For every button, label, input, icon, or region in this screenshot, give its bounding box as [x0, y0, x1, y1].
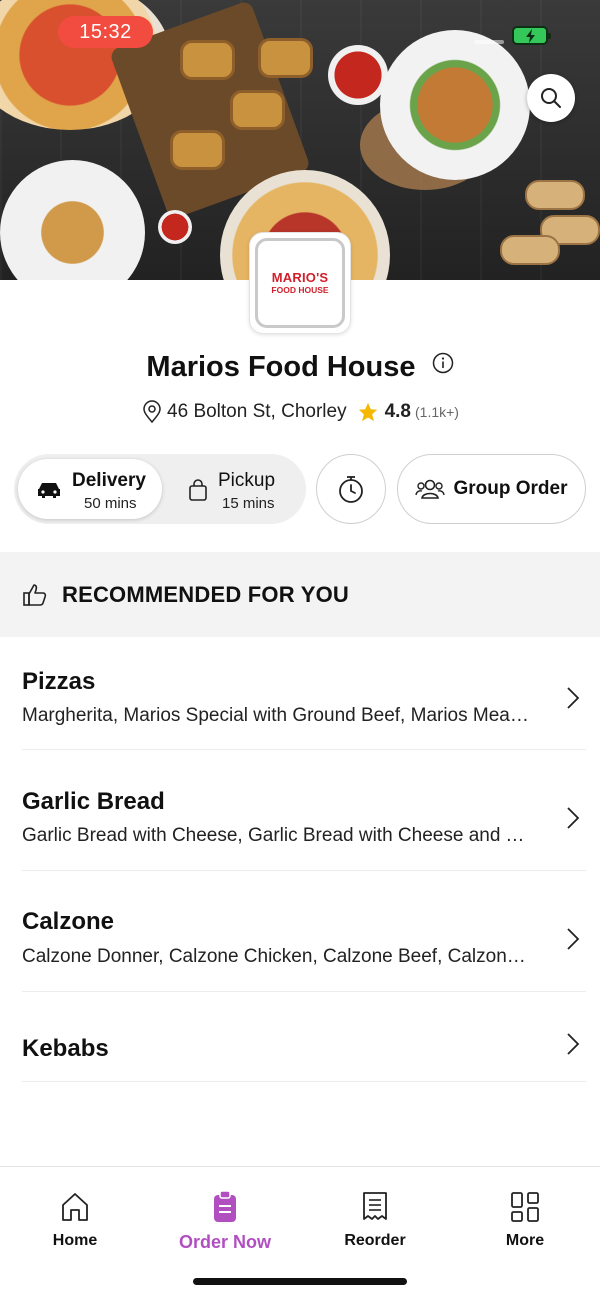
sauce-bowl-image — [158, 210, 192, 244]
delivery-label: Delivery — [72, 470, 146, 491]
category-description: Margherita, Marios Special with Ground B… — [22, 705, 532, 726]
battery-icon — [512, 26, 551, 45]
delivery-option[interactable]: Delivery 50 mins — [18, 459, 162, 519]
nav-label: More — [505, 1232, 545, 1249]
restaurant-title: Marios Food House — [0, 350, 600, 384]
category-name: Pizzas — [22, 668, 96, 695]
restaurant-name: Marios Food House — [146, 350, 416, 383]
chevron-right-icon — [567, 687, 580, 709]
group-icon — [415, 479, 446, 499]
order-icon — [214, 1191, 236, 1222]
logo-subtext: FOOD HOUSE — [271, 285, 329, 295]
garlic-bread-image — [180, 40, 235, 80]
group-order-label: Group Order — [453, 478, 568, 499]
search-button[interactable] — [527, 74, 575, 122]
pickup-option[interactable]: Pickup 15 mins — [174, 459, 302, 519]
nav-label: Order Now — [178, 1232, 271, 1252]
rating-value: 4.8 — [384, 401, 411, 422]
nav-label: Home — [52, 1232, 98, 1249]
delivery-time: 50 mins — [84, 495, 137, 512]
pickup-time: 15 mins — [222, 495, 275, 512]
category-description: Calzone Donner, Calzone Chicken, Calzone… — [22, 946, 532, 967]
nav-label: Reorder — [344, 1232, 406, 1249]
timer-icon — [339, 476, 363, 503]
category-item-pizzas[interactable]: Pizzas Margherita, Marios Special with G… — [22, 650, 586, 750]
sauce-bowl-image — [328, 45, 388, 105]
restaurant-logo: MARIO'S FOOD HOUSE — [249, 232, 351, 334]
rating-count: (1.1k+) — [415, 404, 459, 420]
garlic-bread-image — [230, 90, 285, 130]
location-pin-icon — [143, 400, 161, 424]
chevron-right-icon — [567, 1033, 580, 1055]
garlic-bread-image — [258, 38, 313, 78]
garlic-bread-image — [170, 130, 225, 170]
group-order-button[interactable]: Group Order — [397, 454, 586, 524]
bread-image — [500, 235, 560, 265]
restaurant-meta: 46 Bolton St, Chorley 4.8 (1.1k+) — [0, 400, 600, 424]
nav-more[interactable]: More — [450, 1189, 600, 1250]
receipt-icon — [363, 1192, 387, 1220]
category-name: Garlic Bread — [22, 788, 165, 815]
home-indicator — [193, 1278, 407, 1285]
bag-icon — [189, 479, 207, 501]
bread-image — [525, 180, 585, 210]
logo-text: MARIO'S — [271, 270, 329, 285]
home-icon — [62, 1193, 88, 1221]
category-item-kebabs[interactable]: Kebabs — [22, 1012, 586, 1082]
signal-icon — [474, 40, 504, 44]
schedule-button[interactable] — [316, 454, 386, 524]
chevron-right-icon — [567, 807, 580, 829]
nav-home[interactable]: Home — [0, 1189, 150, 1250]
recommended-label: RECOMMENDED FOR YOU — [62, 581, 349, 607]
grid-icon — [511, 1192, 539, 1222]
status-time: 15:32 — [58, 16, 153, 48]
thumbs-up-icon — [23, 583, 47, 606]
car-icon — [38, 483, 60, 498]
category-item-calzone[interactable]: Calzone Calzone Donner, Calzone Chicken,… — [22, 891, 586, 992]
info-icon[interactable] — [432, 349, 454, 382]
star-icon — [358, 402, 377, 422]
restaurant-address: 46 Bolton St, Chorley — [167, 401, 347, 422]
category-name: Kebabs — [22, 1035, 109, 1062]
pickup-label: Pickup — [218, 470, 276, 491]
order-mode-toggle: Delivery 50 mins Pickup 15 mins — [14, 454, 306, 524]
nav-reorder[interactable]: Reorder — [300, 1189, 450, 1250]
search-icon — [541, 88, 561, 108]
category-item-garlic-bread[interactable]: Garlic Bread Garlic Bread with Cheese, G… — [22, 770, 586, 871]
recommended-section-header: RECOMMENDED FOR YOU — [0, 552, 600, 637]
burger-image — [0, 160, 145, 280]
category-name: Calzone — [22, 908, 115, 935]
nav-order-now[interactable]: Order Now — [150, 1189, 300, 1253]
chevron-right-icon — [567, 928, 580, 950]
category-description: Garlic Bread with Cheese, Garlic Bread w… — [22, 825, 532, 846]
burger-plate-image — [380, 30, 530, 180]
